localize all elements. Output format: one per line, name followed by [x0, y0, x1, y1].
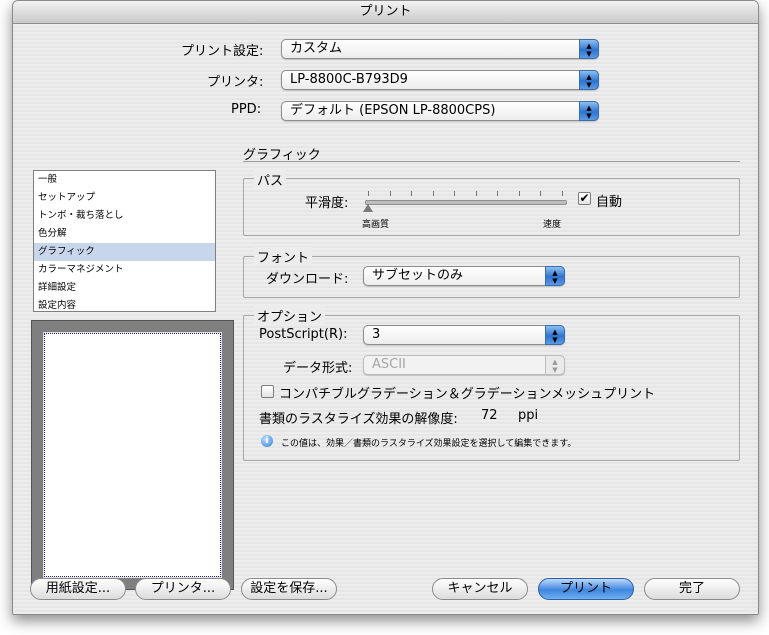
resolution-label: 書類のラスタライズ効果の解像度:	[259, 412, 458, 427]
category-item[interactable]: グラフィック	[34, 243, 215, 261]
path-group-title: パス	[254, 170, 287, 189]
printer-popup[interactable]: LP-8800C-B793D9 ▲ ▼	[281, 70, 599, 90]
paper-preview	[43, 332, 222, 578]
slider-tick	[519, 191, 520, 196]
auto-checkbox[interactable]: ✔	[578, 192, 591, 205]
category-list[interactable]: 一般 セットアップ トンボ・裁ち落とし 色分解 グラフィック カラーマネジメント 詳細設定設…	[33, 170, 216, 312]
compatible-gradient-label: コンパチブルグラデーション＆グラデーションメッシュプリント	[279, 387, 656, 402]
print-preset-value: カスタム	[290, 41, 343, 56]
popup-arrows-icon: ▲ ▼	[579, 101, 599, 121]
popup-arrows-icon: ▲ ▼	[545, 266, 565, 286]
slider-tick	[368, 191, 369, 196]
info-icon: i	[261, 435, 273, 447]
download-value: サブセットのみ	[372, 268, 464, 283]
slider-tick	[454, 191, 455, 196]
smoothness-label: 平滑度:	[305, 196, 349, 211]
download-popup[interactable]: サブセットのみ ▲ ▼	[363, 266, 565, 286]
ppd-value: デフォルト (EPSON LP-8800CPS)	[290, 103, 496, 118]
slider-right-label: 速度	[543, 220, 562, 230]
printer-value: LP-8800C-B793D9	[290, 72, 408, 87]
smoothness-slider-track[interactable]	[365, 200, 567, 205]
options-group-title: オプション	[254, 306, 326, 325]
category-item[interactable]: 詳細設定	[34, 279, 215, 297]
popup-arrows-icon: ▲ ▼	[545, 325, 565, 345]
slider-tick	[390, 191, 391, 196]
printer-button[interactable]: プリンタ...	[135, 578, 231, 600]
save-settings-button[interactable]: 設定を保存...	[241, 578, 337, 600]
resolution-unit: ppi	[518, 408, 539, 423]
popup-arrows-icon: ▲ ▼	[579, 70, 599, 90]
slider-tick	[497, 191, 498, 196]
postscript-popup[interactable]: 3 ▲ ▼	[363, 325, 565, 345]
popup-arrows-icon: ▲ ▼	[579, 39, 599, 59]
slider-tick	[540, 191, 541, 196]
smoothness-slider-thumb[interactable]	[363, 204, 373, 212]
resolution-value: 72	[481, 408, 498, 423]
ppd-popup[interactable]: デフォルト (EPSON LP-8800CPS) ▲ ▼	[281, 101, 599, 121]
slider-tick	[476, 191, 477, 196]
section-divider	[243, 161, 740, 162]
popup-arrows-icon: ▲ ▼	[545, 355, 565, 375]
category-item[interactable]: 一般	[34, 171, 215, 189]
paper-setup-button[interactable]: 用紙設定...	[30, 578, 126, 600]
info-text: この値は、効果／書類のラスタライズ効果設定を選択して編集できます。	[281, 439, 577, 449]
print-dialog: プリント プリント設定: カスタム ▲ ▼ プリンタ: LP-8800C-B793…	[12, 0, 759, 615]
category-item[interactable]: 色分解	[34, 225, 215, 243]
print-button[interactable]: プリント	[538, 578, 634, 600]
category-item[interactable]: トンボ・裁ち落とし	[34, 207, 215, 225]
font-group-title: フォント	[254, 247, 313, 266]
postscript-label: PostScript(R):	[259, 327, 348, 342]
print-preset-popup[interactable]: カスタム ▲ ▼	[281, 39, 599, 59]
category-item[interactable]: カラーマネジメント	[34, 261, 215, 279]
printer-label: プリンタ:	[207, 75, 264, 90]
print-preset-label: プリント設定:	[181, 44, 264, 59]
download-label: ダウンロード:	[266, 272, 349, 287]
window-title: プリント	[13, 1, 758, 24]
slider-left-label: 高画質	[362, 220, 390, 230]
data-format-label: データ形式:	[283, 361, 353, 376]
category-item[interactable]: セットアップ	[34, 189, 215, 207]
window-body: プリント設定: カスタム ▲ ▼ プリンタ: LP-8800C-B793D9 ▲ ▼…	[13, 24, 758, 614]
category-item[interactable]: 設定内容	[34, 297, 215, 315]
slider-tick	[562, 191, 563, 196]
cancel-button[interactable]: キャンセル	[432, 578, 528, 600]
done-button[interactable]: 完了	[644, 578, 740, 600]
auto-label: 自動	[596, 195, 623, 210]
compatible-gradient-checkbox[interactable]	[261, 385, 274, 398]
slider-tick	[433, 191, 434, 196]
page-preview	[31, 320, 234, 590]
postscript-value: 3	[372, 327, 381, 342]
data-format-popup: ASCII ▲ ▼	[363, 355, 565, 375]
ppd-label: PPD:	[231, 102, 262, 117]
data-format-value: ASCII	[372, 357, 406, 372]
slider-tick	[411, 191, 412, 196]
